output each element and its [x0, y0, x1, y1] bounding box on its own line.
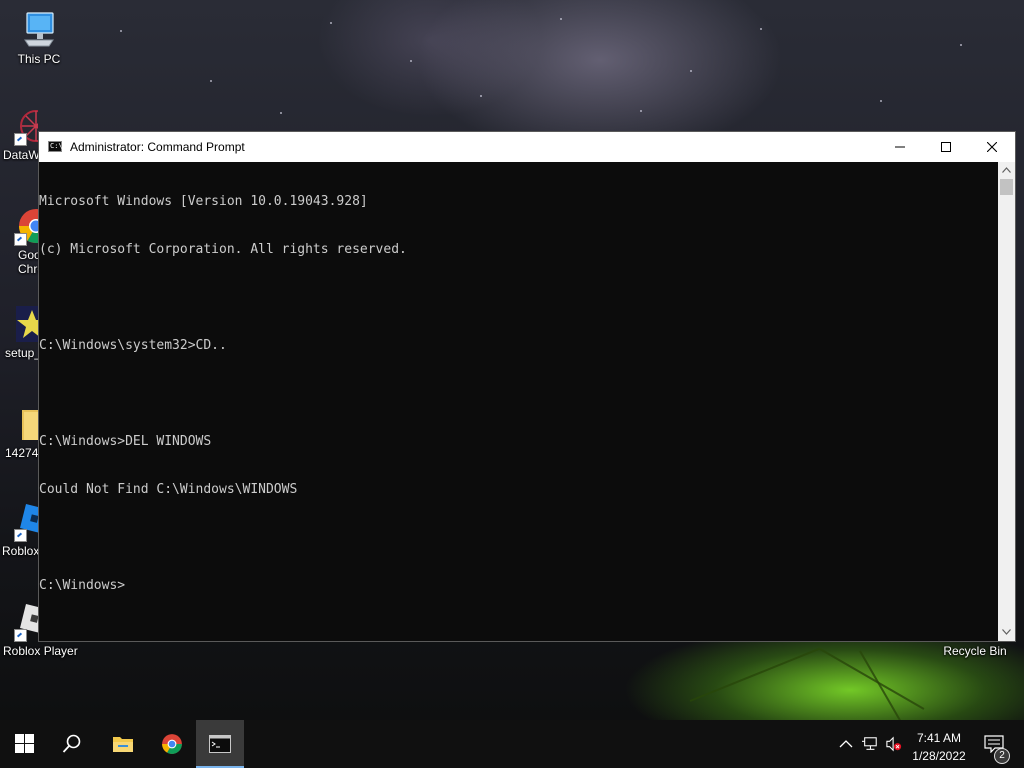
network-icon[interactable] [862, 736, 878, 752]
scroll-thumb[interactable] [1000, 179, 1013, 195]
chevron-up-icon [1002, 167, 1011, 173]
chrome-icon [14, 206, 38, 246]
console-output[interactable]: Microsoft Windows [Version 10.0.19043.92… [39, 162, 999, 641]
speaker-muted-icon[interactable] [886, 736, 902, 752]
system-clock[interactable]: 7:41 AM 1/28/2022 [906, 720, 972, 768]
action-center-button[interactable]: 2 [980, 720, 1010, 768]
minimize-button[interactable] [877, 132, 923, 162]
desktop-icon-label: This PC [17, 52, 61, 66]
computer-icon [19, 10, 59, 50]
desktop-icon-label: DataW [3, 148, 38, 162]
command-prompt-icon [209, 735, 231, 753]
notification-count-badge: 2 [994, 748, 1010, 764]
chevron-down-icon [1002, 629, 1011, 635]
clock-time: 7:41 AM [916, 731, 962, 745]
folder-icon [14, 404, 38, 444]
minimize-icon [895, 146, 905, 148]
desktop-icon-label: Goo Chro [18, 248, 38, 276]
command-prompt-taskbar-button[interactable] [196, 720, 244, 768]
desktop-icon-roblox[interactable]: Roblox [0, 502, 38, 558]
close-icon [987, 142, 997, 152]
desktop-icon-dataw[interactable]: DataW [0, 106, 38, 162]
chrome-icon [162, 734, 182, 754]
windows-logo-icon [15, 734, 34, 753]
chrome-taskbar-button[interactable] [148, 720, 196, 768]
window-title: Administrator: Command Prompt [70, 140, 245, 154]
app-icon [14, 106, 38, 146]
desktop-icon-folder[interactable]: 142741 [0, 404, 38, 460]
vertical-scrollbar[interactable] [998, 162, 1015, 641]
desktop-icon-label: Recycle Bin [943, 644, 1007, 658]
shortcut-arrow-icon [14, 133, 27, 146]
search-button[interactable] [48, 720, 96, 768]
console-line: C:\Windows\system32>CD.. [39, 338, 227, 353]
search-icon [62, 734, 81, 753]
command-prompt-icon: C:\ [48, 141, 63, 152]
clock-date: 1/28/2022 [912, 749, 966, 763]
desktop-icon-this-pc[interactable]: This PC [0, 10, 78, 66]
desktop-icon-label: setup_ [5, 346, 38, 360]
shortcut-arrow-icon [14, 629, 27, 642]
window-titlebar[interactable]: C:\ Administrator: Command Prompt [39, 132, 1015, 162]
scroll-down-button[interactable] [998, 624, 1015, 641]
desktop-icon-setup[interactable]: setup_ [0, 304, 38, 360]
desktop-icon-google-chrome[interactable]: Goo Chro [0, 206, 38, 276]
desktop-icon-label: 142741 [5, 446, 38, 460]
desktop-icon-label: Roblox [2, 544, 38, 558]
console-line: (c) Microsoft Corporation. All rights re… [39, 242, 407, 257]
roblox-studio-icon [14, 502, 38, 542]
taskbar[interactable]: 7:41 AM 1/28/2022 2 [0, 720, 1024, 768]
folder-icon [113, 737, 133, 752]
shortcut-arrow-icon [14, 529, 27, 542]
file-explorer-button[interactable] [98, 720, 146, 768]
scroll-up-button[interactable] [998, 162, 1015, 179]
setup-icon [14, 304, 38, 344]
maximize-icon [941, 142, 951, 152]
console-prompt-line[interactable]: C:\Windows> [39, 578, 999, 594]
chevron-up-icon[interactable] [838, 736, 854, 752]
console-line: Microsoft Windows [Version 10.0.19043.92… [39, 194, 368, 209]
shortcut-arrow-icon [14, 233, 27, 246]
maximize-button[interactable] [923, 132, 969, 162]
command-prompt-window[interactable]: C:\ Administrator: Command Prompt Micros… [38, 131, 1016, 642]
console-line: C:\Windows>DEL WINDOWS [39, 434, 212, 449]
close-button[interactable] [969, 132, 1015, 162]
desktop-icon-label: Roblox Player [3, 644, 78, 658]
console-line: Could Not Find C:\Windows\WINDOWS [39, 482, 298, 497]
start-button[interactable] [0, 720, 48, 768]
